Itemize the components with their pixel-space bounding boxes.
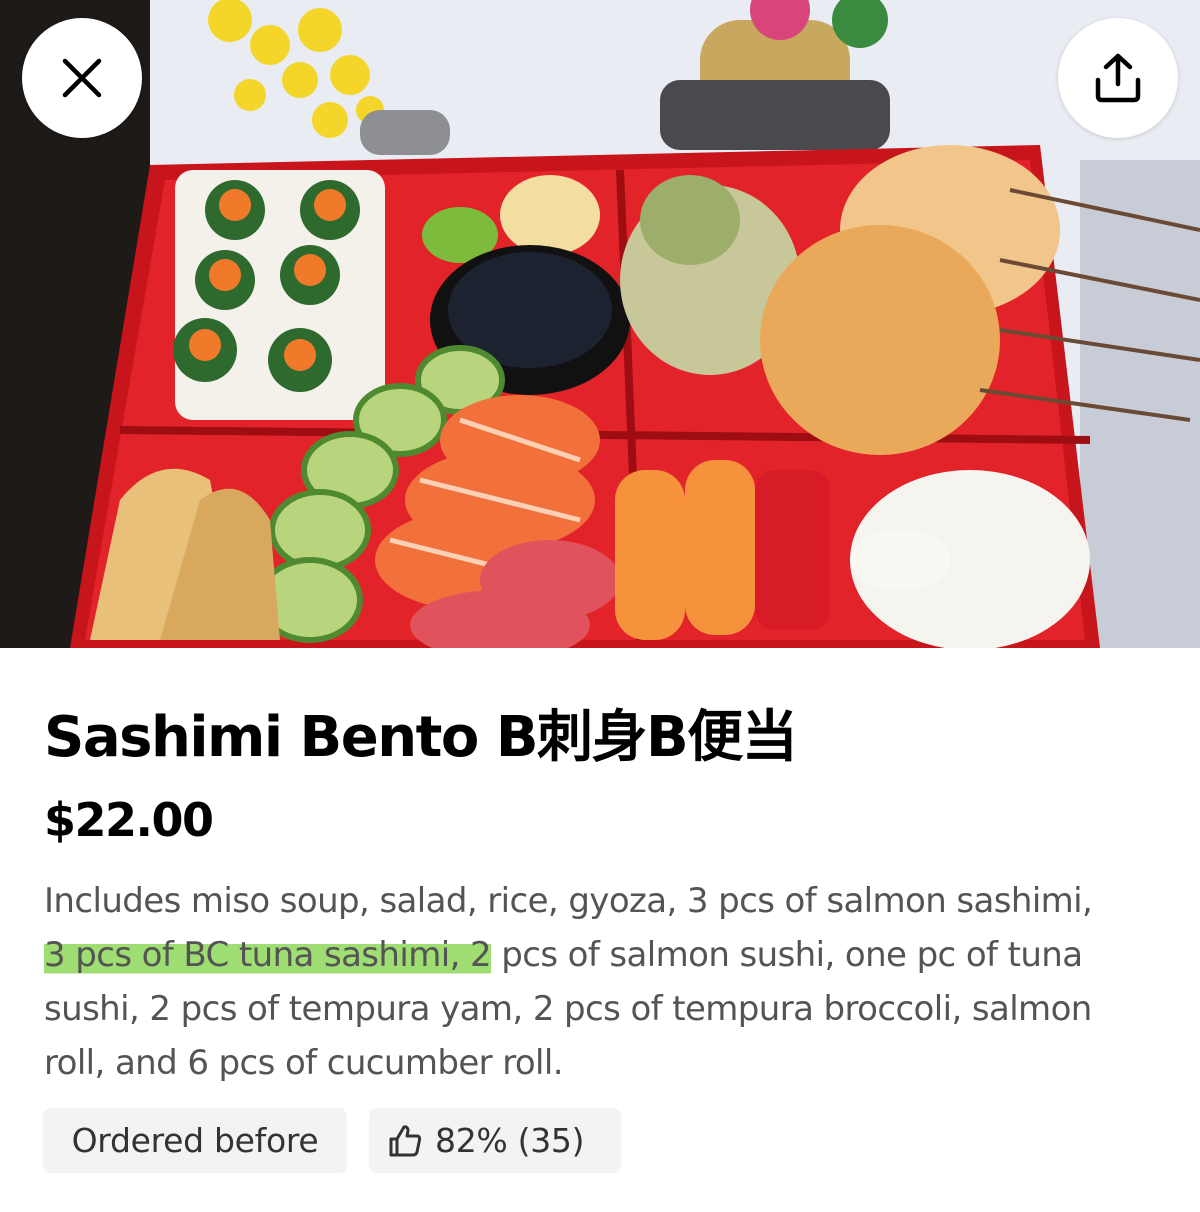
share-icon [1095, 53, 1141, 103]
bento-photo-illustration [0, 0, 1200, 648]
rating-text: 82% (35) [435, 1121, 585, 1160]
description-text: Includes miso soup, salad, rice, gyoza, … [44, 881, 1093, 921]
item-title: Sashimi Bento B刺身B便当 [44, 705, 798, 770]
ordered-before-label: Ordered before [71, 1121, 319, 1160]
rating-badge: 82% (35) [369, 1108, 621, 1173]
description-line: Includes miso soup, salad, rice, gyoza, … [44, 874, 1164, 928]
close-button[interactable] [22, 18, 142, 138]
description-line: sushi, 2 pcs of tempura yam, 2 pcs of te… [44, 982, 1164, 1036]
highlighted-text: 3 pcs of BC tuna sashimi, 2 [44, 935, 492, 975]
ordered-before-badge: Ordered before [43, 1108, 347, 1173]
description-text: roll, and 6 pcs of cucumber roll. [44, 1043, 564, 1083]
description-line: 3 pcs of BC tuna sashimi, 2 pcs of salmo… [44, 928, 1164, 982]
share-button[interactable] [1058, 18, 1178, 138]
description-text: sushi, 2 pcs of tempura yam, 2 pcs of te… [44, 989, 1092, 1029]
close-icon [62, 58, 102, 98]
description-text: pcs of salmon sushi, one pc of tuna [491, 935, 1083, 975]
description-line: roll, and 6 pcs of cucumber roll. [44, 1036, 1164, 1090]
item-price: $22.00 [44, 793, 214, 847]
item-description: Includes miso soup, salad, rice, gyoza, … [44, 874, 1164, 1090]
item-photo [0, 0, 1200, 648]
thumbs-up-icon [389, 1124, 422, 1156]
